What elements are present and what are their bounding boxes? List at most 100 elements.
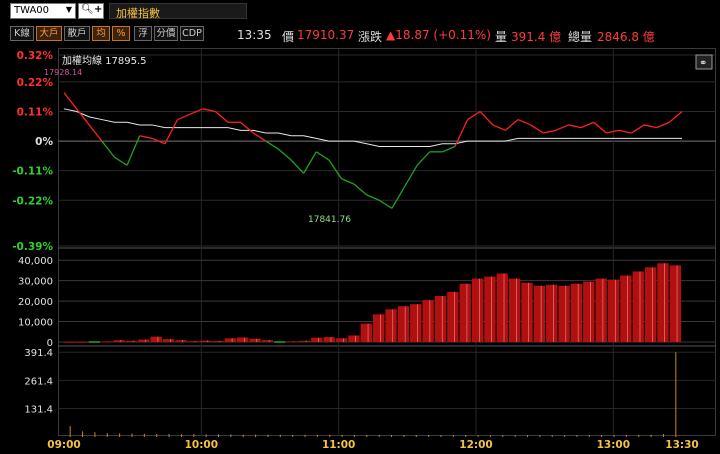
price-segment: [442, 145, 456, 153]
trade-value-bar: [323, 337, 335, 342]
value-tick-label: 30,000: [18, 277, 53, 288]
price-tick-label: 0.11%: [17, 106, 54, 118]
trade-value-bar: [335, 338, 348, 342]
trade-value-bar: [558, 285, 570, 342]
trade-value-bar: [249, 338, 261, 342]
price-tick-label: 0.22%: [17, 77, 54, 89]
price-segment: [668, 110, 683, 123]
grid-lines: [58, 49, 716, 436]
price-segment: [555, 124, 569, 131]
price-segment: [606, 129, 620, 134]
price-segment: [88, 124, 103, 142]
trade-value-bar: [261, 340, 274, 342]
trade-value-bar: [125, 340, 138, 342]
price-segment: [164, 119, 179, 145]
axis-labels-group: 0.32% 0.22% 0.11% 0% -0.11% -0.22% -0.39% 09:00…: [12, 50, 699, 451]
price-segment: [214, 110, 229, 123]
low-annotation: 17841.76: [308, 215, 351, 225]
price-segment: [618, 129, 632, 134]
trade-value-bar: [150, 336, 162, 342]
volume-tick-label: 131.4: [24, 405, 53, 416]
price-segment: [631, 124, 645, 134]
price-segment: [568, 124, 582, 129]
trade-value-bar: [644, 267, 657, 342]
trade-value-bar: [286, 341, 298, 343]
trade-value-bar: [632, 271, 644, 342]
price-segment: [656, 121, 670, 129]
value-tick-label: 10,000: [18, 318, 53, 329]
time-tick-label: 13:00: [597, 439, 630, 451]
price-segment: [341, 178, 355, 185]
price-segment: [366, 194, 380, 201]
trade-value-bar: [583, 281, 595, 342]
trade-value-bars-group: [64, 263, 681, 343]
trade-value-bar: [471, 278, 484, 342]
price-segment: [126, 135, 141, 166]
trade-value-bar: [620, 275, 632, 342]
price-segment: [543, 129, 557, 134]
price-segment: [593, 121, 607, 134]
price-segment: [315, 151, 330, 161]
price-segment: [517, 118, 531, 126]
trade-value-bar: [657, 263, 669, 342]
price-segment: [505, 119, 519, 131]
trade-value-bar: [508, 278, 521, 342]
trade-value-bar: [521, 282, 533, 342]
intraday-chart: 0.32% 0.22% 0.11% 0% -0.11% -0.22% -0.39% 09:00…: [12, 49, 716, 451]
value-tick-label: 40,000: [18, 256, 53, 267]
trade-value-bar: [113, 340, 125, 342]
trade-value-bar: [298, 340, 311, 342]
trade-value-bar: [175, 340, 187, 342]
value-tick-label: 20,000: [18, 297, 53, 308]
price-segment: [479, 111, 494, 126]
trade-value-bar: [138, 339, 150, 342]
trade-value-bar: [397, 306, 410, 342]
trade-value-bar: [311, 337, 323, 342]
price-segment: [403, 164, 418, 188]
trade-value-bar: [199, 340, 212, 342]
price-segment: [416, 151, 431, 166]
price-segment: [265, 140, 279, 150]
price-tick-label: -0.22%: [12, 195, 53, 207]
trade-value-bar: [348, 335, 360, 342]
price-segment: [530, 124, 544, 134]
trade-value-bar: [434, 296, 447, 342]
price-segment: [252, 132, 267, 142]
trade-value-bar: [385, 309, 397, 342]
price-segment: [277, 148, 292, 161]
price-segment: [467, 110, 481, 121]
trade-value-bar: [187, 341, 199, 343]
price-tick-label: -0.11%: [12, 166, 53, 178]
trade-value-bar: [64, 341, 76, 343]
time-tick-label: 12:00: [459, 439, 492, 451]
high-annotation: 17928.14: [44, 68, 82, 77]
price-segment: [240, 121, 254, 134]
trade-value-bar: [607, 279, 620, 342]
price-segment: [177, 113, 191, 121]
price-segment: [644, 124, 657, 129]
trade-value-bar: [669, 265, 681, 342]
trade-value-bar: [224, 338, 237, 342]
trade-value-bar: [570, 283, 583, 342]
price-segment: [63, 92, 78, 110]
price-tick-label: 0.32%: [17, 50, 54, 62]
trade-value-bar: [212, 340, 224, 342]
trade-value-bar: [274, 341, 286, 343]
price-segment: [580, 121, 594, 129]
svg-text:⚭: ⚭: [699, 58, 707, 69]
price-segment: [492, 124, 506, 131]
price-segment: [328, 159, 343, 180]
link-icon[interactable]: ⚭: [695, 54, 713, 70]
time-tick-label: 13:30: [665, 439, 698, 451]
price-segment: [391, 186, 406, 209]
legend-average: 加權均線 17895.5: [62, 54, 147, 67]
trade-value-bar: [373, 314, 385, 342]
volume-tick-label: 391.4: [24, 348, 53, 359]
trade-value-bar: [360, 323, 372, 342]
price-tick-label: 0%: [35, 136, 53, 148]
price-segment: [139, 135, 153, 140]
price-segment: [353, 183, 368, 196]
trade-value-bar: [595, 278, 607, 342]
time-tick-label: 10:00: [185, 439, 218, 451]
price-tick-label: -0.39%: [12, 241, 53, 253]
